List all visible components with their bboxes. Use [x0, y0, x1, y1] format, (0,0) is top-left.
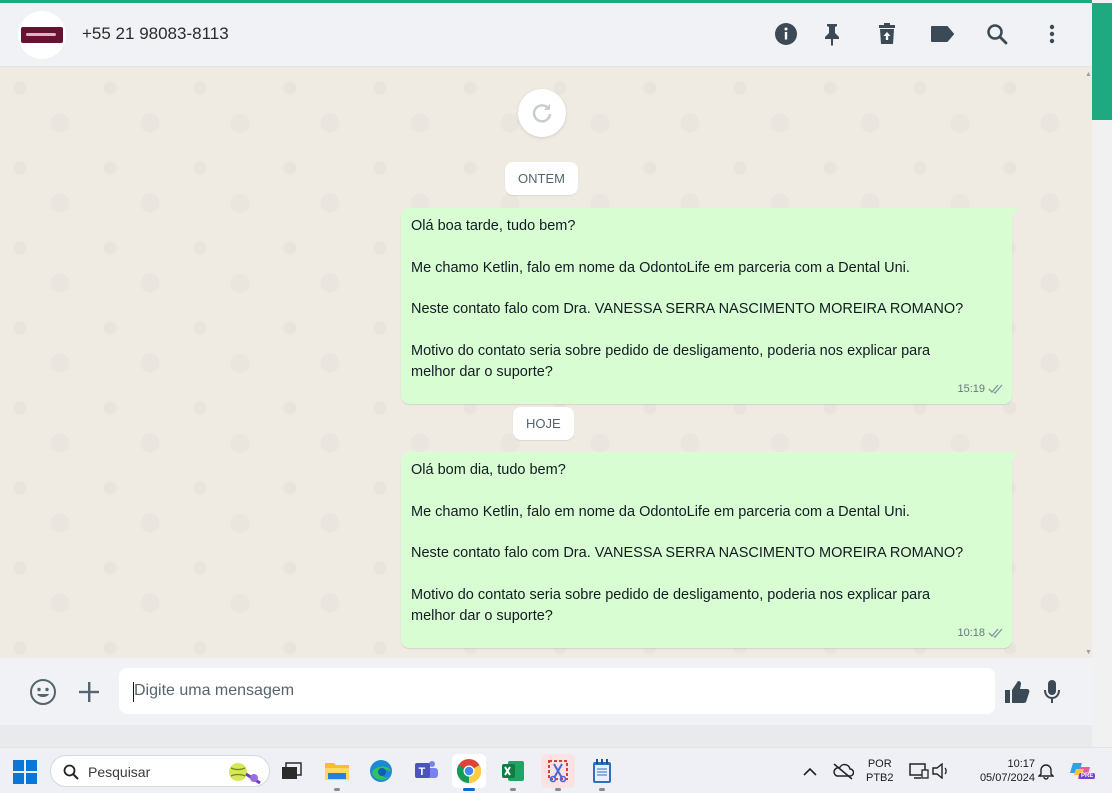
taskbar-search-box[interactable]: Pesquisar [50, 755, 270, 787]
message-bubble[interactable]: Olá boa tarde, tudo bem? Me chamo Ketlin… [401, 208, 1019, 405]
task-view-icon[interactable] [275, 754, 309, 788]
load-older-button[interactable] [518, 89, 566, 137]
message-line: Motivo do contato seria sobre pedido de … [411, 586, 931, 603]
file-explorer-icon[interactable] [320, 754, 354, 791]
emoji-icon[interactable] [29, 678, 57, 706]
message-line [411, 564, 1002, 585]
message-line: Neste contato falo com Dra. VANESSA SERR… [411, 301, 964, 318]
refresh-icon [532, 104, 552, 123]
browser-scrollbar[interactable] [1092, 0, 1112, 747]
microphone-icon[interactable] [1038, 678, 1066, 706]
edge-browser-icon[interactable] [364, 754, 398, 788]
message-line: Olá boa tarde, tudo bem? [411, 218, 576, 234]
double-check-icon [988, 384, 1003, 394]
date-chip-yesterday: ONTEM [505, 162, 578, 195]
message-line: Olá bom dia, tudo bem? [411, 462, 566, 478]
chat-scroll-up-arrow[interactable]: ▲ [1085, 71, 1092, 78]
archive-delete-icon[interactable] [874, 21, 900, 47]
excel-icon[interactable] [496, 754, 530, 791]
label-icon[interactable] [929, 21, 955, 47]
onedrive-offline-icon[interactable] [830, 754, 856, 788]
clock-time: 10:17 [1007, 758, 1035, 770]
text-caret [133, 682, 134, 702]
thumbs-up-icon[interactable] [1003, 678, 1031, 706]
svg-text:T: T [419, 766, 426, 778]
keyboard-layout: PTB2 [866, 772, 894, 784]
message-line [411, 278, 1002, 299]
contact-avatar[interactable] [18, 11, 66, 59]
contact-name[interactable]: +55 21 98083-8113 [82, 24, 229, 44]
message-line: melhor dar o suporte? [411, 363, 553, 380]
message-composer [0, 658, 1092, 725]
message-line [411, 522, 1002, 543]
whatsapp-window: +55 21 98083-8113 ONTEM Olá boa tarde, t… [0, 3, 1092, 725]
message-bubble[interactable]: Olá bom dia, tudo bem? Me chamo Ketlin, … [401, 452, 1019, 649]
chat-header: +55 21 98083-8113 [0, 3, 1092, 67]
search-icon [63, 764, 79, 780]
message-line: Me chamo Ketlin, falo em nome da OdontoL… [411, 259, 910, 276]
teams-icon[interactable]: T [409, 754, 443, 788]
company-logo [21, 27, 63, 43]
attach-plus-icon[interactable] [75, 678, 103, 706]
notification-bell-icon[interactable] [1034, 754, 1058, 788]
search-highlight-icon [229, 763, 261, 785]
chat-area[interactable]: ONTEM Olá boa tarde, tudo bem? Me chamo … [0, 68, 1092, 658]
message-line [411, 320, 1002, 341]
message-line [411, 481, 1002, 502]
date-chip-today: HOJE [513, 407, 574, 440]
snipping-tool-icon[interactable] [541, 754, 575, 791]
show-hidden-icons-chevron-icon[interactable] [797, 754, 823, 788]
message-line: Me chamo Ketlin, falo em nome da OdontoL… [411, 503, 910, 520]
message-line: Neste contato falo com Dra. VANESSA SERR… [411, 545, 964, 562]
search-icon[interactable] [984, 21, 1010, 47]
clock-date: 05/07/2024 [979, 772, 1035, 784]
message-input[interactable] [119, 668, 995, 714]
browser-scrollbar-thumb[interactable] [1092, 3, 1112, 120]
volume-icon[interactable] [929, 754, 953, 788]
taskbar-search-label: Pesquisar [88, 764, 151, 780]
message-meta: 15:19 [957, 379, 1004, 400]
input-language[interactable]: POR PTB2 [866, 757, 894, 785]
copilot-icon[interactable]: PRE [1066, 754, 1096, 788]
message-time: 15:19 [957, 382, 985, 395]
copilot-preview-badge: PRE [1079, 773, 1096, 779]
message-line: Motivo do contato seria sobre pedido de … [411, 342, 931, 359]
language-code: POR [867, 758, 892, 770]
pin-icon[interactable] [819, 21, 845, 47]
chrome-icon[interactable] [452, 754, 486, 791]
chat-scroll-down-arrow[interactable]: ▼ [1085, 649, 1092, 656]
message-meta: 10:18 [957, 623, 1004, 644]
info-icon[interactable] [773, 21, 799, 47]
window-bottom-edge [0, 725, 1092, 747]
notepad-icon[interactable] [585, 754, 619, 791]
more-options-icon[interactable] [1039, 21, 1065, 47]
message-time: 10:18 [957, 626, 985, 639]
windows-taskbar: Pesquisar T POR PTB2 10:17 05/07/2024 PR… [0, 747, 1112, 793]
windows-start-icon[interactable] [13, 760, 37, 784]
double-check-icon [988, 628, 1003, 638]
message-line [411, 237, 1002, 258]
message-line: melhor dar o suporte? [411, 607, 553, 624]
taskbar-clock[interactable]: 10:17 05/07/2024 [963, 757, 1035, 785]
